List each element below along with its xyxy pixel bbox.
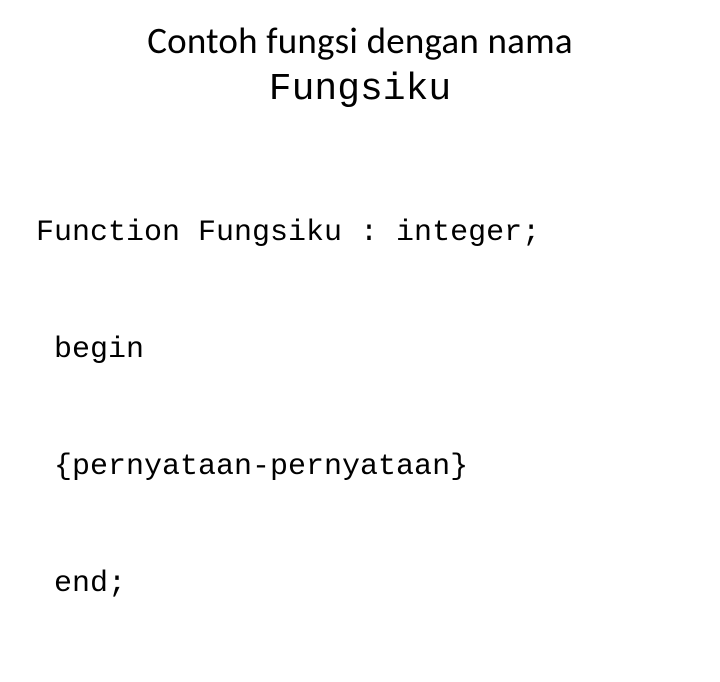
code-line-4: end; [36,565,684,604]
code-line-2: begin [36,331,684,370]
code-line-3: {pernyataan-pernyataan} [36,448,684,487]
title-line-1: Contoh fungsi dengan nama [147,18,573,63]
code-line-1: Function Fungsiku : integer; [36,214,684,253]
title-line-2: Fungsiku [269,68,451,111]
slide-title: Contoh fungsi dengan nama Fungsiku [36,18,684,114]
slide: Contoh fungsi dengan nama Fungsiku Funct… [0,0,720,682]
code-block: Function Fungsiku : integer; begin {pern… [36,136,684,682]
